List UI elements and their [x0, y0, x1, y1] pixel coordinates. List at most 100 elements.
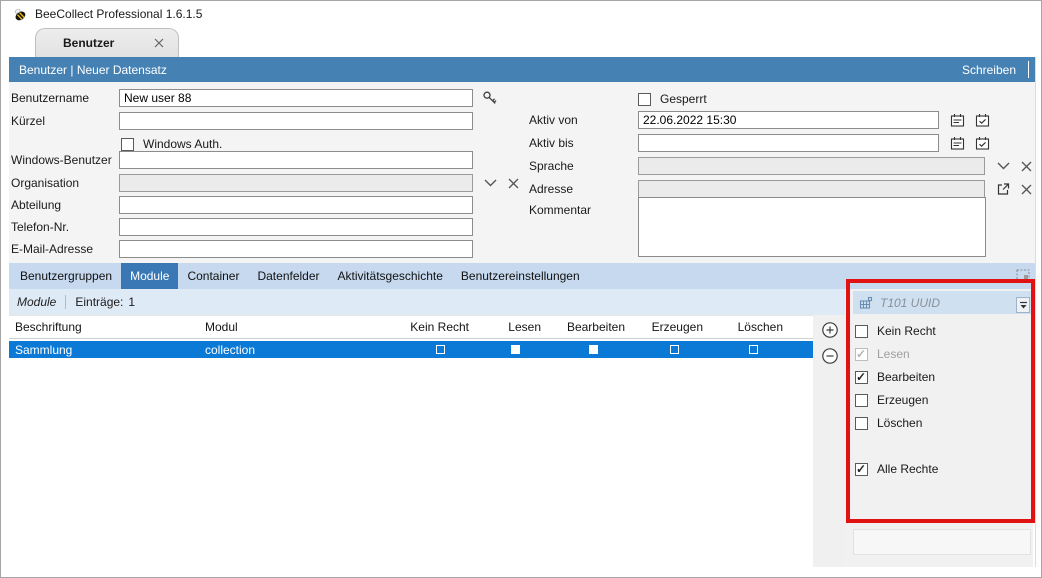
chevron-down-icon[interactable] [994, 157, 1012, 175]
panel-checkbox-alle-rechte[interactable] [855, 463, 868, 476]
close-icon[interactable] [153, 37, 165, 49]
col-modul[interactable]: Modul [205, 320, 401, 334]
benutzername-label: Benutzername [11, 91, 119, 105]
organisation-input[interactable] [119, 174, 473, 192]
email-label: E-Mail-Adresse [11, 242, 119, 256]
tab-module[interactable]: Module [121, 263, 178, 289]
float-window-icon[interactable] [1016, 269, 1030, 281]
module-info-bar: Module Einträge: 1 [9, 289, 845, 315]
document-tab-row: Benutzer [1, 27, 1041, 57]
abteilung-input[interactable] [119, 196, 473, 214]
panel-checkbox-lesen [855, 348, 868, 361]
row-checkbox-loeschen[interactable] [749, 345, 758, 354]
benutzername-input[interactable] [119, 89, 473, 107]
windows-auth-checkbox[interactable] [121, 138, 134, 151]
chevron-down-icon[interactable] [481, 174, 499, 192]
cell-modul: collection [205, 343, 401, 357]
panel-checkbox-loeschen[interactable] [855, 417, 868, 430]
panel-label-erzeugen: Erzeugen [877, 393, 928, 407]
right-gutter [1035, 57, 1041, 567]
sprache-label: Sprache [529, 159, 638, 173]
record-form: Benutzername Kürzel Windows Auth. Window… [9, 82, 1035, 263]
windows-benutzer-label: Windows-Benutzer [11, 153, 119, 167]
record-header-bar: Benutzer | Neuer Datensatz Schreiben [9, 57, 1039, 82]
cell-beschriftung: Sammlung [9, 343, 205, 357]
abteilung-label: Abteilung [11, 198, 119, 212]
remove-row-button[interactable] [821, 347, 839, 365]
clear-x-icon[interactable] [504, 174, 522, 192]
add-row-button[interactable] [821, 321, 839, 339]
gesperrt-label: Gesperrt [660, 92, 707, 106]
panel-checkbox-erzeugen[interactable] [855, 394, 868, 407]
schreiben-button[interactable]: Schreiben [962, 63, 1020, 77]
adresse-label: Adresse [529, 182, 638, 196]
tab-container[interactable]: Container [178, 263, 248, 289]
divider [1028, 61, 1029, 78]
external-link-icon[interactable] [994, 180, 1012, 198]
section-tab-strip: Benutzergruppen Module Container Datenfe… [9, 263, 1035, 289]
divider [65, 295, 66, 309]
col-erzeugen[interactable]: Erzeugen [635, 320, 713, 334]
panel-checkbox-bearbeiten[interactable] [855, 371, 868, 384]
table-row[interactable]: Sammlung collection [9, 341, 813, 358]
panel-label-alle-rechte: Alle Rechte [877, 462, 938, 476]
title-bar: BeeCollect Professional 1.6.1.5 [1, 1, 1041, 27]
panel-dropdown-button[interactable] [1016, 297, 1030, 313]
rights-panel-title: T101 UUID [880, 296, 940, 310]
row-checkbox-kein-recht[interactable] [436, 345, 445, 354]
tab-benutzergruppen[interactable]: Benutzergruppen [11, 263, 121, 289]
table-header-row: Beschriftung Modul Kein Recht Lesen Bear… [9, 316, 813, 339]
panel-label-kein-recht: Kein Recht [877, 324, 936, 338]
col-bearbeiten[interactable]: Bearbeiten [551, 320, 635, 334]
kommentar-textarea[interactable] [638, 197, 986, 257]
table-field-icon [859, 296, 873, 310]
kommentar-label: Kommentar [529, 203, 591, 217]
tab-aktivitaetsgeschichte[interactable]: Aktivitätsgeschichte [329, 263, 452, 289]
info-section-label: Module [17, 295, 56, 309]
col-loeschen[interactable]: Löschen [713, 320, 793, 334]
tab-benutzer-label: Benutzer [63, 36, 114, 50]
sprache-input[interactable] [638, 157, 985, 175]
panel-footer [853, 529, 1031, 555]
entries-label: Einträge: [75, 295, 123, 309]
row-checkbox-erzeugen[interactable] [670, 345, 679, 354]
col-lesen[interactable]: Lesen [479, 320, 551, 334]
panel-label-bearbeiten: Bearbeiten [877, 370, 935, 384]
organisation-label: Organisation [11, 176, 119, 190]
entries-count: 1 [128, 295, 135, 309]
telefon-label: Telefon-Nr. [11, 220, 119, 234]
windows-benutzer-input[interactable] [119, 151, 473, 169]
row-actions-strip [813, 315, 845, 567]
calendar-icon[interactable] [948, 111, 966, 129]
gesperrt-checkbox[interactable] [638, 93, 651, 106]
telefon-input[interactable] [119, 218, 473, 236]
col-kein-recht[interactable]: Kein Recht [401, 320, 479, 334]
col-beschriftung[interactable]: Beschriftung [9, 320, 205, 334]
row-checkbox-lesen[interactable] [511, 345, 520, 354]
clear-x-icon[interactable] [1017, 157, 1035, 175]
row-checkbox-bearbeiten[interactable] [589, 345, 598, 354]
tab-benutzer[interactable]: Benutzer [35, 28, 179, 57]
key-icon[interactable] [481, 89, 499, 107]
kuerzel-input[interactable] [119, 112, 473, 130]
rights-panel: T101 UUID Kein Recht Lesen Bearbeiten Er… [845, 289, 1033, 567]
clear-x-icon[interactable] [1017, 180, 1035, 198]
tab-benutzereinstellungen[interactable]: Benutzereinstellungen [452, 263, 589, 289]
calendar-check-icon[interactable] [973, 134, 991, 152]
adresse-input[interactable] [638, 180, 985, 198]
kuerzel-label: Kürzel [11, 114, 119, 128]
email-input[interactable] [119, 240, 473, 258]
window-title: BeeCollect Professional 1.6.1.5 [35, 7, 202, 21]
aktiv-bis-input[interactable] [638, 134, 939, 152]
panel-label-loeschen: Löschen [877, 416, 922, 430]
aktiv-von-label: Aktiv von [529, 113, 638, 127]
aktiv-bis-label: Aktiv bis [529, 136, 638, 150]
tab-datenfelder[interactable]: Datenfelder [248, 263, 328, 289]
aktiv-von-input[interactable] [638, 111, 939, 129]
calendar-icon[interactable] [948, 134, 966, 152]
record-title: Benutzer | Neuer Datensatz [19, 63, 167, 77]
panel-checkbox-kein-recht[interactable] [855, 325, 868, 338]
bee-app-icon [10, 5, 28, 23]
windows-auth-label: Windows Auth. [143, 137, 222, 151]
calendar-check-icon[interactable] [973, 111, 991, 129]
